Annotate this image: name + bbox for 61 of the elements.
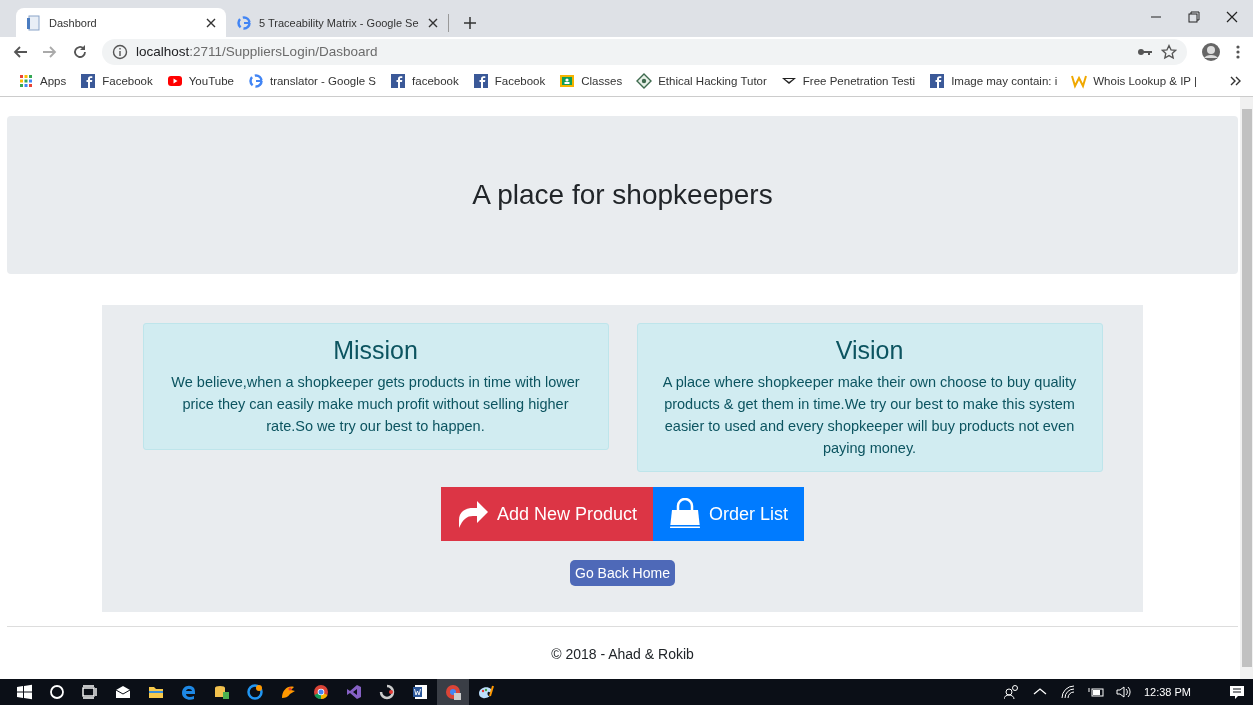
facebook-icon [80,73,97,89]
avatar-icon[interactable] [1201,41,1221,62]
word-icon[interactable] [412,684,428,700]
bookmark[interactable]: facebook [390,73,459,89]
visual-studio-icon[interactable] [346,684,362,700]
page-icon [26,14,42,31]
card-title: Mission [332,336,419,365]
restore-icon[interactable] [1187,9,1201,24]
menu-icon[interactable] [1235,43,1241,60]
info-icon[interactable] [112,43,128,60]
search-icon[interactable] [49,684,65,700]
people-icon[interactable] [1003,684,1020,700]
bookmark[interactable]: Apps [18,73,67,89]
reload-icon[interactable] [72,43,88,60]
bookmark[interactable]: Image may contain: i [929,73,1058,89]
bookmark[interactable]: Classes [559,73,623,89]
back-button[interactable]: Go Back Home [570,560,675,586]
mail-icon[interactable] [115,684,131,700]
facebook-icon [472,73,489,89]
start-icon[interactable] [16,684,32,700]
address-bar[interactable]: localhost:2711/SuppliersLogin/Dasboard [102,38,1187,65]
card-title: Vision [834,336,905,365]
browser-tab[interactable]: Dashbord [16,8,226,37]
clock[interactable]: 12:38 PM [1143,686,1191,698]
bookmark[interactable]: Ethical Hacking Tutor [636,73,767,89]
refresh-circle-icon[interactable] [247,684,263,700]
close-icon[interactable] [1225,9,1239,24]
folder-icon[interactable] [148,684,164,700]
facebook-icon [929,73,946,89]
more-bookmarks-icon[interactable] [1229,74,1243,88]
bookmark[interactable]: YouTube [166,73,234,89]
youtube-icon [166,73,183,89]
chrome-app-icon[interactable] [445,684,461,700]
back-icon[interactable] [12,43,28,60]
bookmark[interactable]: Free Penetration Testi [780,73,916,89]
star-icon[interactable] [1161,43,1177,60]
card-text: A place where shopkeeper make their own choose to buy quality products & get them in time.We try our best to make this system easier to used and every shopkeeper will buy products not even paying money. [661,373,1078,458]
footer-text: © 2018 - Ahad & Rokib [551,646,694,662]
scrollbar[interactable] [1240,97,1253,679]
volume-icon[interactable] [1115,684,1132,700]
new-tab-icon[interactable] [462,16,477,30]
task-view-icon[interactable] [82,684,98,700]
shopping-bag-icon [667,498,703,530]
apps-icon [18,73,34,89]
diamond-icon [636,73,653,89]
wifi-icon[interactable] [1059,684,1076,700]
bookmark[interactable]: translator - Google S [247,73,377,89]
bookmark[interactable]: Whois Lookup & IP | [1071,73,1197,89]
card-text: We believe,when a shopkeeper gets products in time with lower price they can easily make much profit without selling higher rate.So we try our best to happen. [170,373,581,436]
notification-icon[interactable] [1229,684,1245,700]
chrome-icon[interactable] [313,684,329,700]
paint-palette-icon[interactable] [478,684,494,700]
facebook-icon [390,73,407,89]
w-icon [1071,73,1088,89]
action-button[interactable]: Add New Product [440,487,653,541]
page-title: A place for shopkeepers [472,179,773,211]
bookmark[interactable]: Facebook [472,73,546,89]
edge-icon[interactable] [181,684,197,700]
classroom-icon [559,73,576,89]
bookmark[interactable]: Facebook [80,73,153,89]
action-button[interactable]: Order List [653,487,805,541]
